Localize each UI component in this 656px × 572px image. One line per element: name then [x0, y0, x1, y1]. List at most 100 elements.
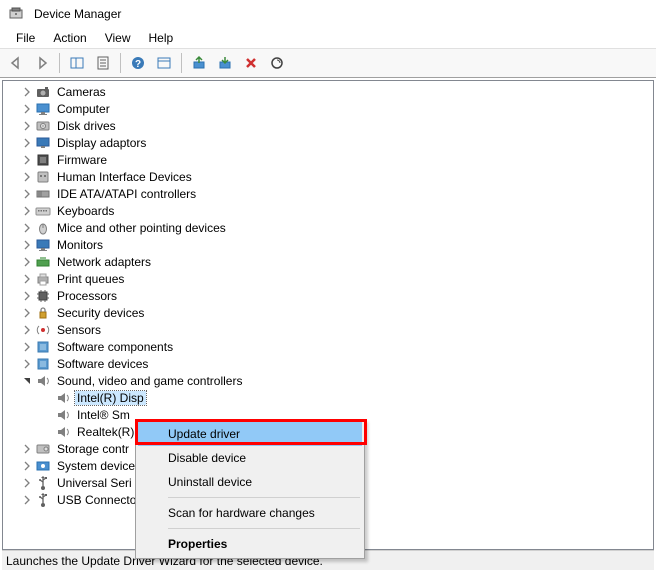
expand-arrow-icon[interactable]	[19, 254, 35, 270]
audio-icon	[35, 373, 51, 389]
expand-arrow-icon[interactable]	[39, 424, 55, 440]
tree-item[interactable]: Firmware	[5, 151, 651, 168]
ctx-properties[interactable]: Properties	[138, 532, 362, 556]
tree-item[interactable]: Processors	[5, 287, 651, 304]
expand-arrow-icon[interactable]	[19, 84, 35, 100]
toolbar-separator	[181, 53, 182, 73]
expand-arrow-icon[interactable]	[19, 152, 35, 168]
tree-item-label: Disk drives	[55, 119, 118, 133]
ide-icon	[35, 186, 51, 202]
menu-file[interactable]: File	[8, 29, 43, 47]
tree-item[interactable]: Mice and other pointing devices	[5, 219, 651, 236]
audio-icon	[55, 390, 71, 406]
ctx-scan-hardware[interactable]: Scan for hardware changes	[138, 501, 362, 525]
tree-item[interactable]: Human Interface Devices	[5, 168, 651, 185]
tree-item-label: Storage contr	[55, 442, 131, 456]
tree-item-label: Sensors	[55, 323, 103, 337]
ctx-separator	[168, 528, 360, 529]
tree-item-label: IDE ATA/ATAPI controllers	[55, 187, 198, 201]
menu-action[interactable]: Action	[45, 29, 94, 47]
disk-icon	[35, 118, 51, 134]
sensor-icon	[35, 322, 51, 338]
expand-arrow-icon[interactable]	[19, 186, 35, 202]
tree-item-label: Print queues	[55, 272, 126, 286]
uninstall-button[interactable]	[239, 51, 263, 75]
tree-item[interactable]: Sensors	[5, 321, 651, 338]
forward-button[interactable]	[30, 51, 54, 75]
tree-item[interactable]: Monitors	[5, 236, 651, 253]
expand-arrow-icon[interactable]	[19, 492, 35, 508]
expand-arrow-icon[interactable]	[19, 339, 35, 355]
tree-item[interactable]: Software devices	[5, 355, 651, 372]
back-button[interactable]	[4, 51, 28, 75]
tree-item-label: Human Interface Devices	[55, 170, 194, 184]
expand-arrow-icon[interactable]	[19, 458, 35, 474]
expand-arrow-icon[interactable]	[19, 118, 35, 134]
tree-item[interactable]: Disk drives	[5, 117, 651, 134]
expand-arrow-icon[interactable]	[19, 271, 35, 287]
tree-item-label: Sound, video and game controllers	[55, 374, 244, 388]
tree-item[interactable]: Network adapters	[5, 253, 651, 270]
camera-icon	[35, 84, 51, 100]
tree-item[interactable]: Security devices	[5, 304, 651, 321]
expand-arrow-icon[interactable]	[19, 220, 35, 236]
software-icon	[35, 339, 51, 355]
monitor-icon	[35, 237, 51, 253]
update-driver-button[interactable]	[187, 51, 211, 75]
tree-item-label: Realtek(R)	[75, 425, 136, 439]
computer-icon	[35, 101, 51, 117]
tree-item[interactable]: Display adaptors	[5, 134, 651, 151]
tree-item-label: USB Connecto	[55, 493, 138, 507]
tree-item[interactable]: Computer	[5, 100, 651, 117]
security-icon	[35, 305, 51, 321]
tree-item-label: Software devices	[55, 357, 150, 371]
tree-item[interactable]: Print queues	[5, 270, 651, 287]
expand-arrow-icon[interactable]	[19, 237, 35, 253]
mouse-icon	[35, 220, 51, 236]
tree-item-label: Firmware	[55, 153, 109, 167]
expand-arrow-icon[interactable]	[19, 203, 35, 219]
tree-item-label: Monitors	[55, 238, 105, 252]
expand-arrow-icon[interactable]	[39, 407, 55, 423]
action-button[interactable]	[152, 51, 176, 75]
expand-arrow-icon[interactable]	[19, 475, 35, 491]
show-hide-console-button[interactable]	[65, 51, 89, 75]
firmware-icon	[35, 152, 51, 168]
network-icon	[35, 254, 51, 270]
expand-arrow-icon[interactable]	[19, 356, 35, 372]
help-button[interactable]: ?	[126, 51, 150, 75]
scan-hardware-button[interactable]	[265, 51, 289, 75]
expand-arrow-icon[interactable]	[39, 390, 55, 406]
ctx-disable-device[interactable]: Disable device	[138, 446, 362, 470]
hid-icon	[35, 169, 51, 185]
tree-item[interactable]: Intel(R) Disp	[5, 389, 651, 406]
menu-help[interactable]: Help	[141, 29, 182, 47]
tree-item-label: Keyboards	[55, 204, 116, 218]
tree-item[interactable]: Software components	[5, 338, 651, 355]
expand-arrow-icon[interactable]	[19, 101, 35, 117]
ctx-uninstall-device[interactable]: Uninstall device	[138, 470, 362, 494]
app-icon	[8, 6, 24, 22]
ctx-update-driver[interactable]: Update driver	[138, 422, 362, 446]
tree-item-label: Processors	[55, 289, 119, 303]
menu-view[interactable]: View	[97, 29, 139, 47]
expand-arrow-icon[interactable]	[19, 322, 35, 338]
context-menu: Update driver Disable device Uninstall d…	[135, 419, 365, 559]
ctx-separator	[168, 497, 360, 498]
audio-icon	[55, 424, 71, 440]
expand-arrow-icon[interactable]	[19, 169, 35, 185]
toolbar: ?	[0, 48, 656, 78]
tree-item-label: Security devices	[55, 306, 146, 320]
properties-button[interactable]	[91, 51, 115, 75]
expand-arrow-icon[interactable]	[19, 288, 35, 304]
tree-item-label: Computer	[55, 102, 112, 116]
disable-button[interactable]	[213, 51, 237, 75]
tree-item[interactable]: Cameras	[5, 83, 651, 100]
expand-arrow-icon[interactable]	[19, 135, 35, 151]
tree-item[interactable]: IDE ATA/ATAPI controllers	[5, 185, 651, 202]
tree-item[interactable]: Sound, video and game controllers	[5, 372, 651, 389]
expand-arrow-icon[interactable]	[19, 441, 35, 457]
expand-arrow-icon[interactable]	[19, 373, 35, 389]
tree-item[interactable]: Keyboards	[5, 202, 651, 219]
expand-arrow-icon[interactable]	[19, 305, 35, 321]
